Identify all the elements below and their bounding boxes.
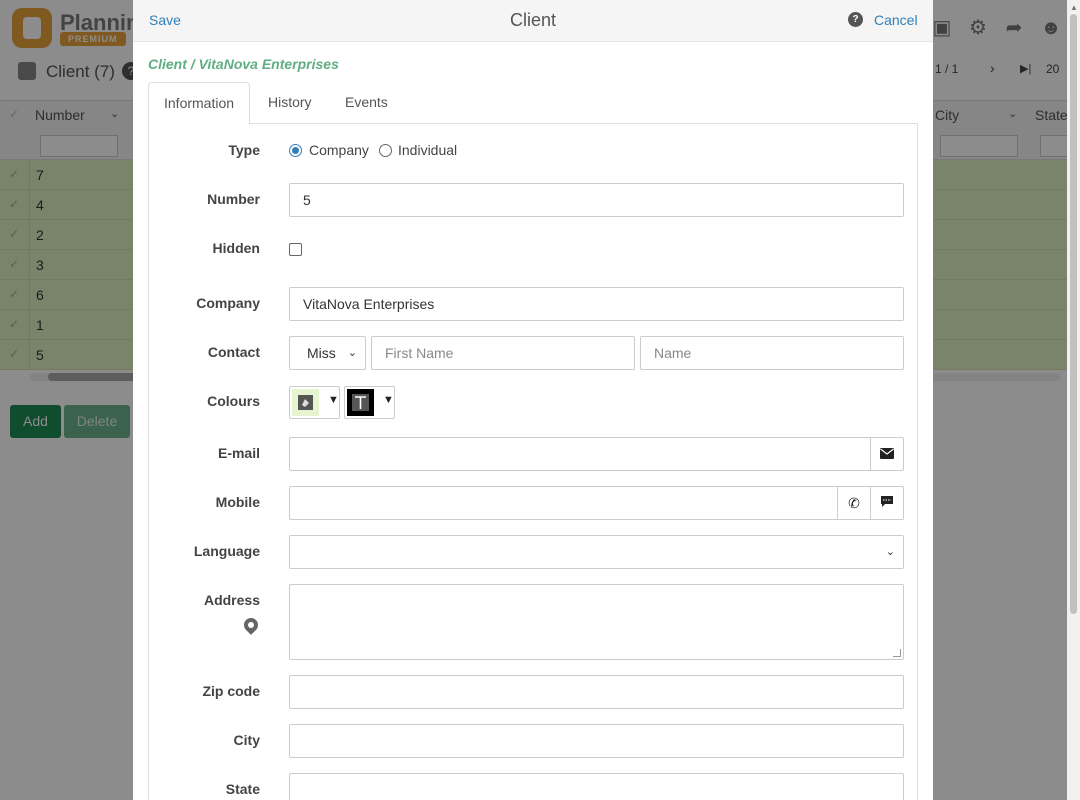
scroll-up-icon[interactable]: ▲ (1070, 3, 1078, 12)
email-label: E-mail (217, 445, 260, 461)
contact-title-value: Miss (307, 345, 336, 361)
email-field[interactable] (289, 437, 904, 471)
type-company-label[interactable]: Company (309, 142, 369, 158)
company-field[interactable]: VitaNova Enterprises (289, 287, 904, 321)
text-t-icon (352, 394, 369, 411)
text-colour-swatch (347, 389, 374, 416)
type-individual-radio[interactable] (379, 144, 392, 157)
caret-down-icon: ▼ (383, 394, 394, 406)
dialog-tabs: Information History Events (148, 82, 918, 125)
number-field[interactable]: 5 (289, 183, 904, 217)
envelope-icon[interactable] (870, 438, 903, 470)
type-individual-label[interactable]: Individual (398, 142, 457, 158)
page-vertical-scrollbar[interactable]: ▲ (1067, 0, 1080, 800)
tab-events[interactable]: Events (330, 82, 403, 124)
zip-code-field[interactable] (289, 675, 904, 709)
caret-down-icon: ▼ (328, 394, 339, 406)
name-placeholder: Name (654, 345, 692, 361)
chevron-down-icon: ⌄ (347, 347, 357, 359)
hidden-label: Hidden (212, 240, 260, 256)
hidden-checkbox[interactable] (289, 243, 302, 256)
company-label: Company (196, 295, 260, 311)
help-icon[interactable]: ? (848, 12, 863, 27)
chevron-down-icon: ⌄ (885, 546, 895, 558)
breadcrumb: Client / VitaNova Enterprises (148, 56, 339, 72)
name-field[interactable]: Name (640, 336, 904, 370)
dialog-header: Save Client ? Cancel (133, 0, 933, 42)
city-field[interactable] (289, 724, 904, 758)
type-company-radio[interactable] (289, 144, 302, 157)
zip-code-label: Zip code (202, 683, 260, 699)
sms-icon[interactable] (870, 487, 903, 519)
tab-history[interactable]: History (253, 82, 327, 124)
address-label: Address (203, 592, 260, 608)
city-label: City (233, 732, 260, 748)
first-name-field[interactable]: First Name (371, 336, 635, 370)
contact-title-select[interactable]: Miss ⌄ (289, 336, 366, 370)
language-select[interactable]: ⌄ (289, 535, 904, 569)
language-label: Language (193, 543, 260, 559)
number-label: Number (207, 191, 260, 207)
resize-handle-icon[interactable] (893, 649, 901, 657)
mobile-label: Mobile (215, 494, 260, 510)
mobile-field[interactable]: ✆ (289, 486, 904, 520)
phone-icon[interactable]: ✆ (837, 487, 870, 519)
address-textarea[interactable] (289, 584, 904, 660)
tab-information[interactable]: Information (148, 82, 251, 125)
background-colour-swatch (292, 389, 319, 416)
state-label: State (225, 781, 260, 797)
cancel-button[interactable]: Cancel (874, 12, 918, 28)
client-dialog: Save Client ? Cancel Client / VitaNova E… (133, 0, 933, 800)
text-colour-picker[interactable]: ▼ (344, 386, 395, 419)
first-name-placeholder: First Name (385, 345, 454, 361)
paint-bucket-icon (298, 395, 313, 410)
type-label: Type (228, 142, 260, 158)
dialog-title: Client (509, 10, 557, 30)
colours-label: Colours (207, 393, 260, 409)
state-field[interactable] (289, 773, 904, 800)
background-colour-picker[interactable]: ▼ (289, 386, 340, 419)
scrollbar-thumb[interactable] (1070, 14, 1077, 614)
contact-label: Contact (207, 344, 260, 360)
